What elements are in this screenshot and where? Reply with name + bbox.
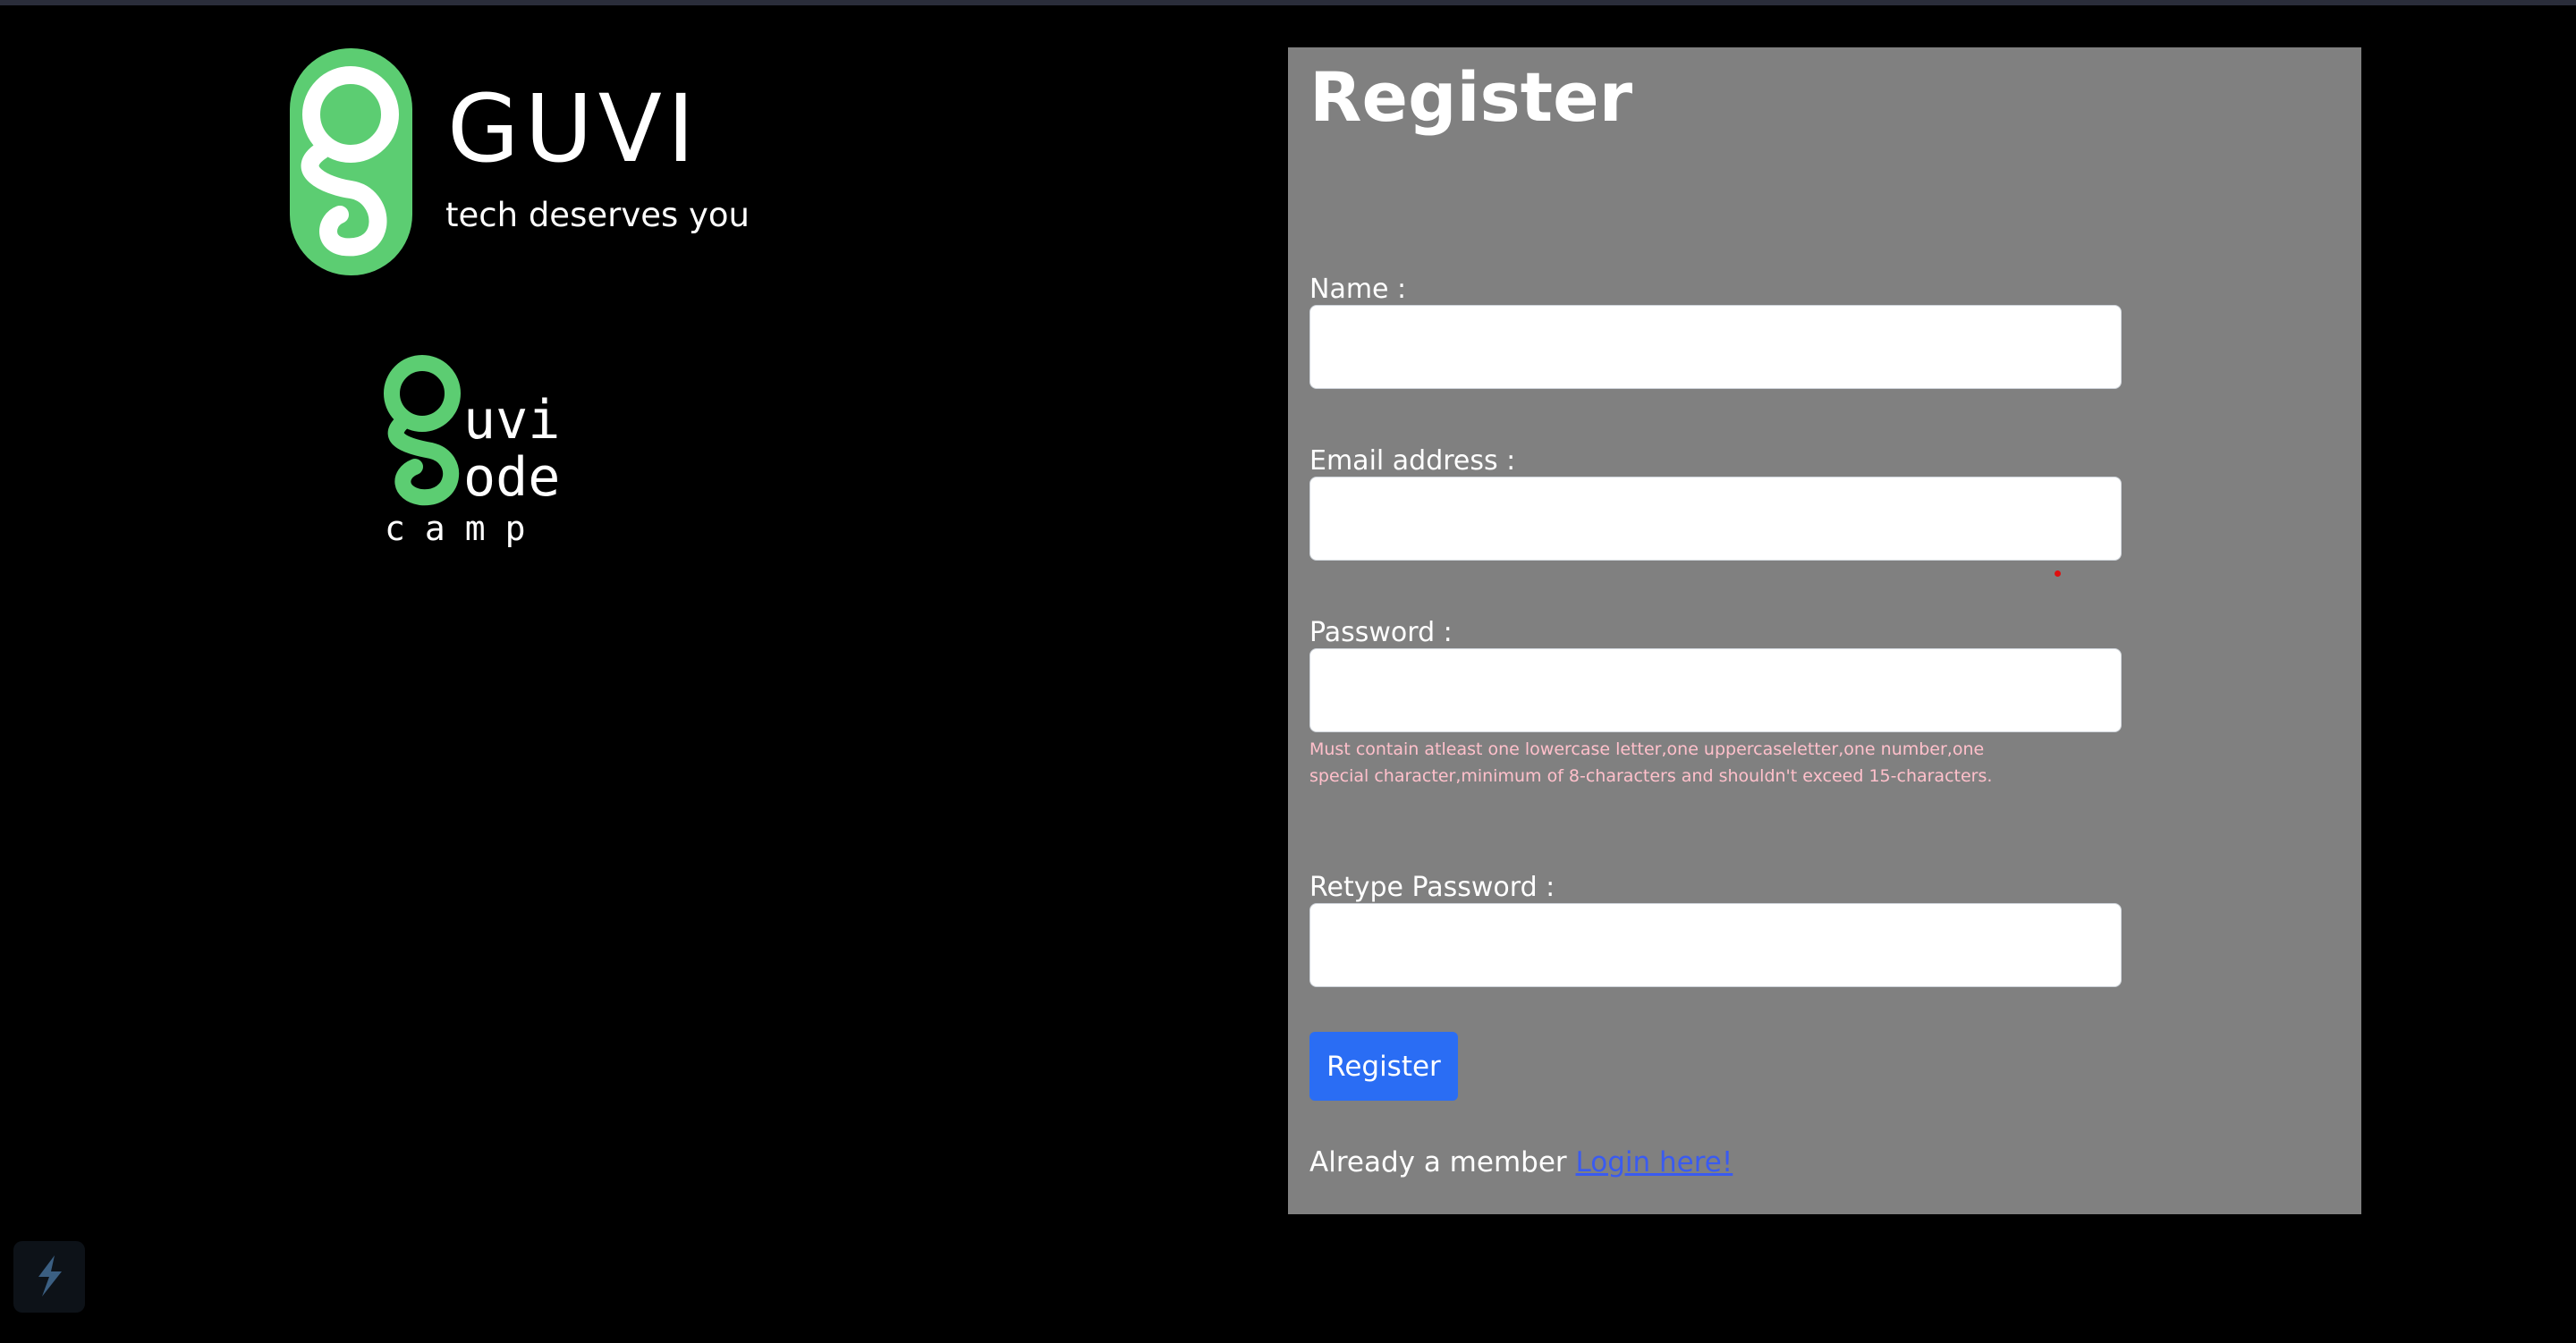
- name-input[interactable]: [1309, 305, 2122, 389]
- codecamp-line-uvi: uvi: [463, 389, 561, 452]
- name-label: Name :: [1309, 274, 1407, 305]
- email-input[interactable]: [1309, 477, 2122, 561]
- floating-widget-button[interactable]: [13, 1241, 85, 1313]
- codecamp-logo: uvi ode camp: [376, 351, 581, 565]
- retype-password-label: Retype Password :: [1309, 872, 1555, 903]
- already-member-text: Already a member: [1309, 1146, 1567, 1178]
- guvi-logo-mark-icon: [290, 48, 412, 275]
- guvi-tagline: tech deserves you: [445, 196, 750, 234]
- codecamp-line-ode: ode: [463, 446, 561, 509]
- register-panel: Register Name : Email address : Password…: [1288, 47, 2361, 1214]
- lightning-icon: [38, 1255, 62, 1297]
- cursor-marker: [2055, 570, 2061, 577]
- password-label: Password :: [1309, 617, 1453, 648]
- retype-password-input[interactable]: [1309, 903, 2122, 987]
- codecamp-g-mark-icon: [384, 355, 461, 506]
- password-hint: Must contain atleast one lowercase lette…: [1309, 739, 1993, 786]
- register-title: Register: [1309, 57, 1633, 137]
- guvi-wordmark: GUVI: [447, 74, 700, 183]
- already-member-line: Already a member Login here!: [1309, 1149, 1733, 1177]
- register-button[interactable]: Register: [1309, 1032, 1458, 1101]
- login-link[interactable]: Login here!: [1576, 1146, 1733, 1178]
- codecamp-line-camp: camp: [385, 509, 546, 548]
- guvi-logo: GUVI tech deserves you: [286, 45, 751, 282]
- window-top-strip: [0, 0, 2576, 5]
- password-input[interactable]: [1309, 648, 2122, 732]
- email-label: Email address :: [1309, 445, 1516, 477]
